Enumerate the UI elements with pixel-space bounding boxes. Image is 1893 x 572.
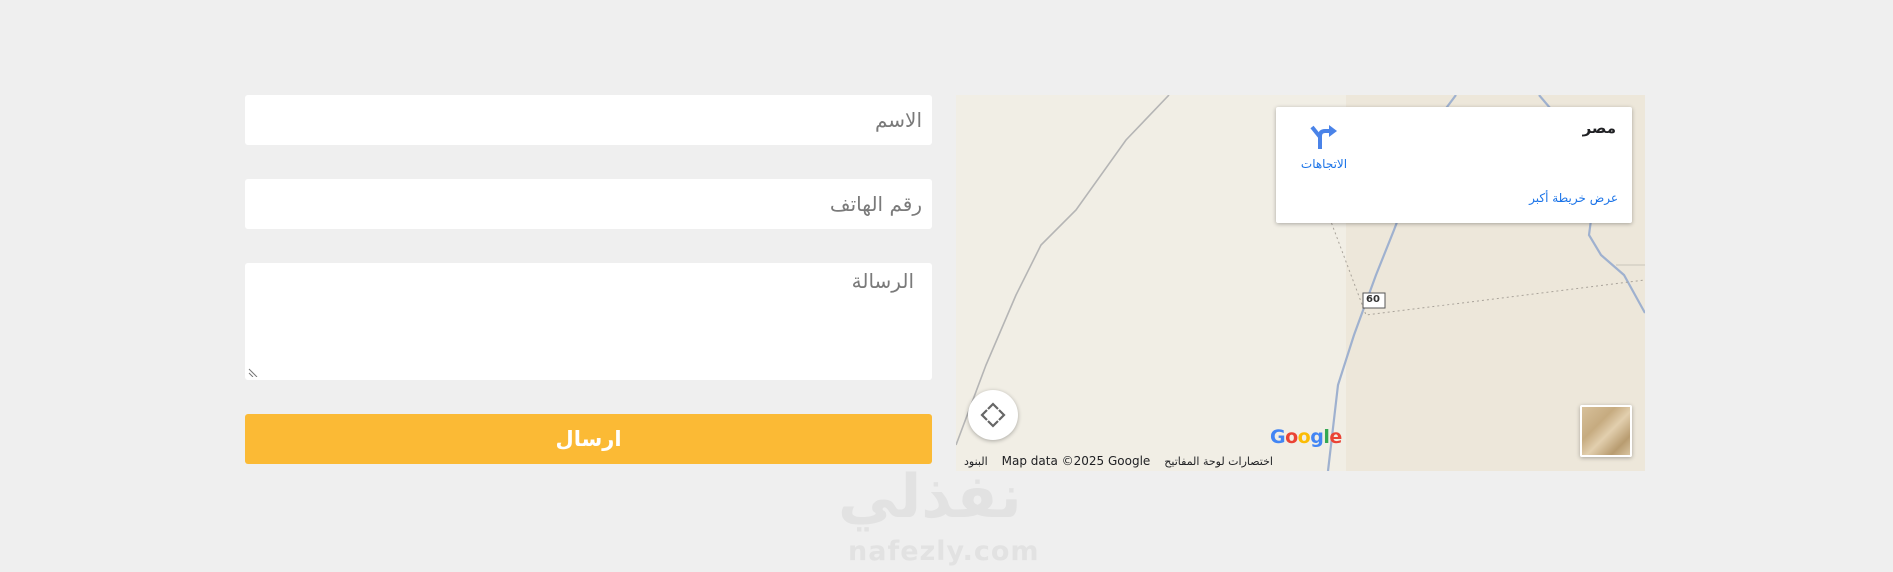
message-textarea[interactable]: الرسالة — [245, 263, 932, 380]
keyboard-shortcuts-link[interactable]: اختصارات لوحة المفاتيح — [1164, 455, 1273, 468]
submit-button[interactable]: ارسال — [245, 414, 932, 464]
name-field[interactable]: الاسم — [245, 95, 932, 145]
place-name: مصر — [1582, 119, 1616, 137]
map-data-text: Map data ©2025 Google — [1001, 454, 1151, 468]
watermark-arabic: نفذلي — [838, 462, 1022, 532]
directions-label: الاتجاهات — [1300, 157, 1348, 171]
phone-placeholder: رقم الهاتف — [829, 192, 922, 216]
view-larger-map-link[interactable]: عرض خريطة أكبر — [1529, 191, 1618, 205]
resize-handle-icon[interactable] — [248, 367, 258, 377]
road-shield-label: 60 — [1366, 294, 1380, 305]
name-placeholder: الاسم — [874, 108, 922, 132]
place-info-card: مصر الاتجاهات عرض خريطة أكبر — [1276, 107, 1632, 223]
contact-form: الاسم رقم الهاتف الرسالة ارسال — [245, 95, 932, 464]
directions-link[interactable]: الاتجاهات — [1294, 121, 1354, 171]
watermark-latin: nafezly.com — [848, 536, 1040, 567]
pan-control-button[interactable] — [968, 390, 1018, 440]
satellite-layer-thumbnail[interactable] — [1580, 405, 1632, 457]
google-logo: Google — [1270, 426, 1342, 448]
directions-icon — [1310, 125, 1337, 149]
message-placeholder: الرسالة — [851, 269, 914, 293]
phone-field[interactable]: رقم الهاتف — [245, 179, 932, 229]
pan-control-icon — [980, 402, 1006, 428]
embedded-map[interactable]: 60 مصر الاتجاهات عرض خريطة أكبر Google ا… — [956, 95, 1645, 471]
